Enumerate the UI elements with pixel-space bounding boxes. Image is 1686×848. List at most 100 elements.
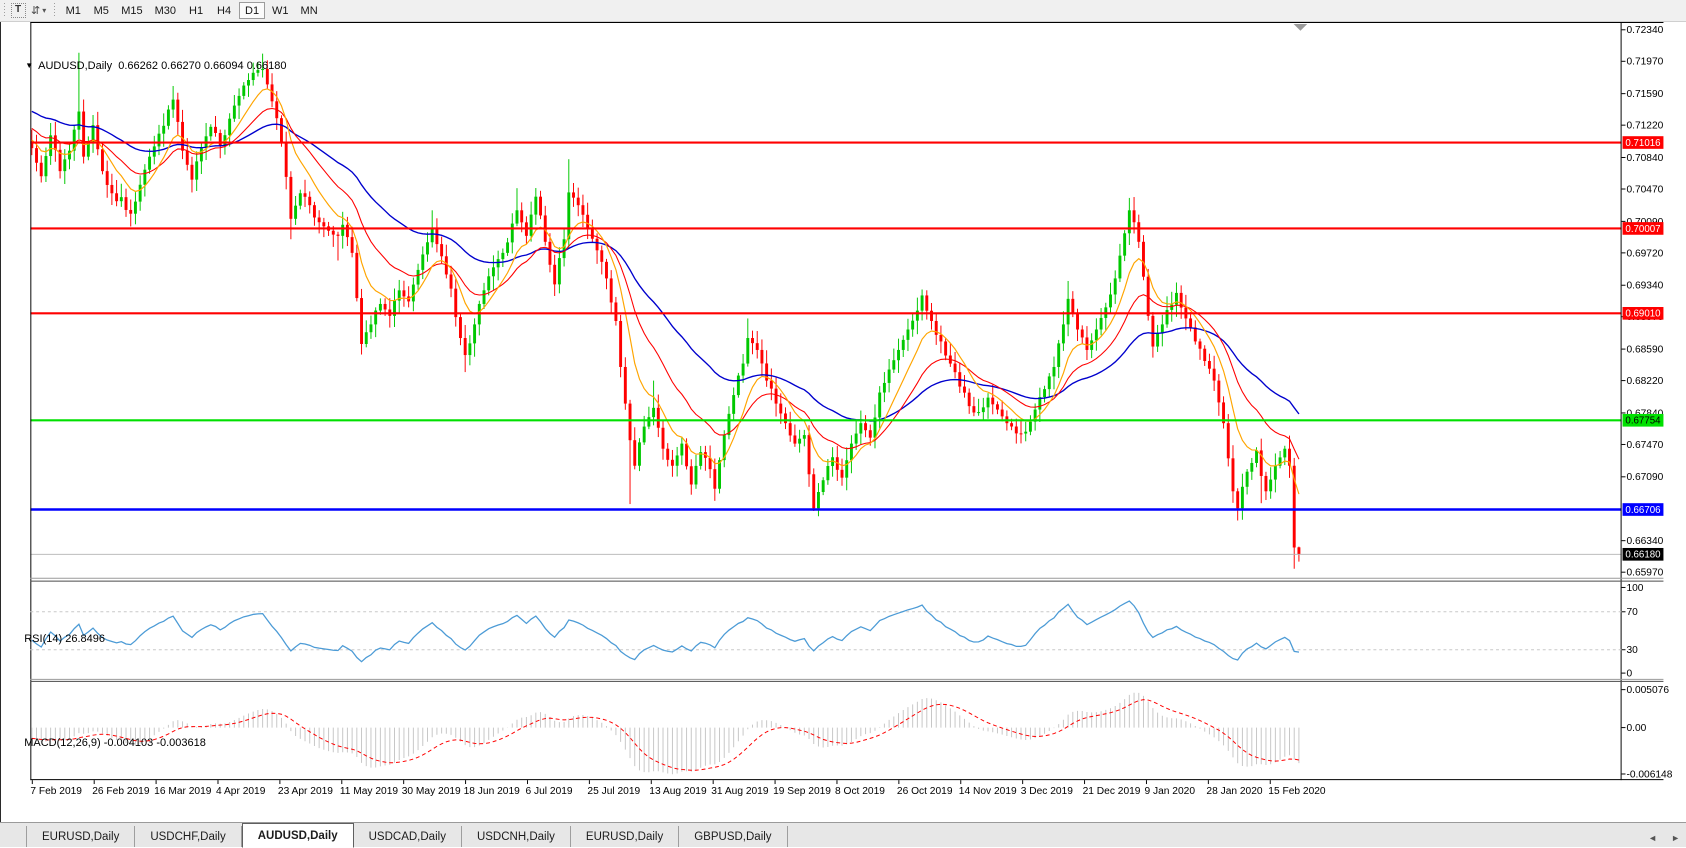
moving-averages-layer [32, 89, 1299, 494]
tab-usdcad-daily[interactable]: USDCAD,Daily [354, 826, 462, 847]
candle-body [426, 242, 429, 254]
date-axis: 7 Feb 201926 Feb 201916 Mar 20194 Apr 20… [30, 780, 1326, 797]
candle-body [742, 364, 745, 376]
timeframe-button-m30[interactable]: M30 [150, 2, 181, 19]
timeframe-button-m5[interactable]: M5 [88, 2, 114, 19]
candle-body [690, 466, 693, 484]
chart-ohlc-values: 0.66262 0.66270 0.66094 0.66180 [118, 60, 286, 72]
candle-body [548, 242, 551, 265]
candle-body [1085, 337, 1088, 350]
level-badge-label: 0.67754 [1625, 416, 1661, 427]
toolbar-grip[interactable] [3, 3, 6, 18]
candle-body [652, 408, 655, 417]
timeframe-button-m1[interactable]: M1 [60, 2, 86, 19]
candle-body [789, 423, 792, 435]
timeframe-button-w1[interactable]: W1 [267, 2, 294, 19]
candle-body [751, 338, 754, 343]
ma-line-fast [32, 89, 1299, 494]
price-chart-canvas[interactable]: 0.723400.719700.715900.712200.708400.704… [0, 22, 1686, 822]
timeframe-button-d1[interactable]: D1 [239, 2, 265, 19]
candle-body [1118, 256, 1121, 279]
candle-body [1010, 423, 1013, 426]
timeframe-button-group: M1M5M15M30H1H4D1W1MN [59, 2, 323, 19]
candle-body [624, 367, 627, 404]
candle-body [219, 133, 222, 146]
tab-scroll-left-icon[interactable]: ◄ [1648, 833, 1657, 843]
candle-body [1166, 310, 1169, 324]
arrange-windows-button[interactable]: ⇵ ▾ [27, 2, 50, 19]
timeframe-button-mn[interactable]: MN [296, 2, 323, 19]
macd-signal-line [32, 700, 1299, 771]
candle-body [115, 193, 118, 201]
candle-body [996, 404, 999, 409]
candle-body [191, 165, 194, 180]
candle-body [120, 197, 123, 201]
timeframe-button-h1[interactable]: H1 [183, 2, 209, 19]
text-label-tool-button[interactable]: T [9, 2, 27, 19]
candle-body [134, 202, 137, 214]
rsi-tick-label: 30 [1626, 645, 1638, 656]
level-badge-label: 0.70007 [1625, 224, 1660, 235]
top-toolbar: T ⇵ ▾ M1M5M15M30H1H4D1W1MN [0, 0, 1686, 22]
candle-body [633, 440, 636, 466]
price-tick-label: 0.68590 [1626, 344, 1663, 355]
candle-body [318, 217, 321, 222]
candle-body [209, 127, 212, 136]
candle-body [355, 253, 358, 298]
candle-body [464, 338, 467, 355]
candle-body [1250, 463, 1253, 472]
timeframe-button-m15[interactable]: M15 [116, 2, 147, 19]
candle-body [501, 253, 504, 259]
candle-body [775, 389, 778, 404]
candle-body [431, 229, 434, 242]
candle-body [864, 423, 867, 430]
date-tick-label: 18 Jun 2019 [464, 786, 520, 797]
tab-usdchf-daily[interactable]: USDCHF,Daily [135, 826, 241, 847]
tab-eurusd-daily[interactable]: EURUSD,Daily [571, 826, 679, 847]
date-tick-label: 9 Jan 2020 [1145, 786, 1196, 797]
candle-body [826, 466, 829, 480]
symbol-dropdown-icon[interactable]: ▼ [25, 61, 33, 70]
candle-body [289, 177, 292, 219]
tab-audusd-daily[interactable]: AUDUSD,Daily [242, 823, 354, 848]
candle-body [1274, 466, 1277, 480]
candle-body [181, 122, 184, 151]
date-tick-label: 15 Feb 2020 [1268, 786, 1326, 797]
chart-area: 0.723400.719700.715900.712200.708400.704… [0, 22, 1686, 822]
candle-body [435, 229, 438, 244]
candle-body [539, 197, 542, 216]
candle-body [158, 134, 161, 147]
timeframe-button-h4[interactable]: H4 [211, 2, 237, 19]
candle-body [732, 395, 735, 414]
toolbar-grip[interactable] [53, 3, 56, 18]
price-axis: 0.723400.719700.715900.712200.708400.704… [1622, 25, 1664, 578]
candle-body [450, 274, 453, 288]
candle-body [695, 466, 698, 485]
tab-gbpusd-daily[interactable]: GBPUSD,Daily [679, 826, 787, 847]
candle-body [643, 427, 646, 443]
candle-body [586, 215, 589, 229]
candle-body [1123, 233, 1126, 255]
rsi-pane: 10070300 [30, 583, 1643, 680]
candle-body [798, 439, 801, 444]
tab-usdcnh-daily[interactable]: USDCNH,Daily [462, 826, 571, 847]
date-tick-label: 23 Apr 2019 [278, 786, 333, 797]
candle-body [713, 469, 716, 489]
candle-body [676, 455, 679, 465]
chart-title: ▼AUDUSD,Daily 0.66262 0.66270 0.66094 0.… [13, 48, 286, 84]
tab-eurusd-daily[interactable]: EURUSD,Daily [26, 826, 135, 847]
candle-body [1161, 324, 1164, 333]
tab-scroll-right-icon[interactable]: ► [1671, 833, 1680, 843]
candle-body [1137, 222, 1140, 242]
price-tick-label: 0.67090 [1626, 472, 1663, 483]
candle-body [1199, 341, 1202, 348]
candle-body [49, 135, 52, 156]
candle-body [982, 407, 985, 412]
candle-body [110, 185, 113, 193]
candle-body [35, 148, 38, 163]
rsi-name: RSI(14) [24, 633, 62, 645]
candle-body [506, 242, 509, 252]
candle-body [530, 215, 533, 236]
candle-body [666, 449, 669, 460]
candle-body [1020, 433, 1023, 434]
